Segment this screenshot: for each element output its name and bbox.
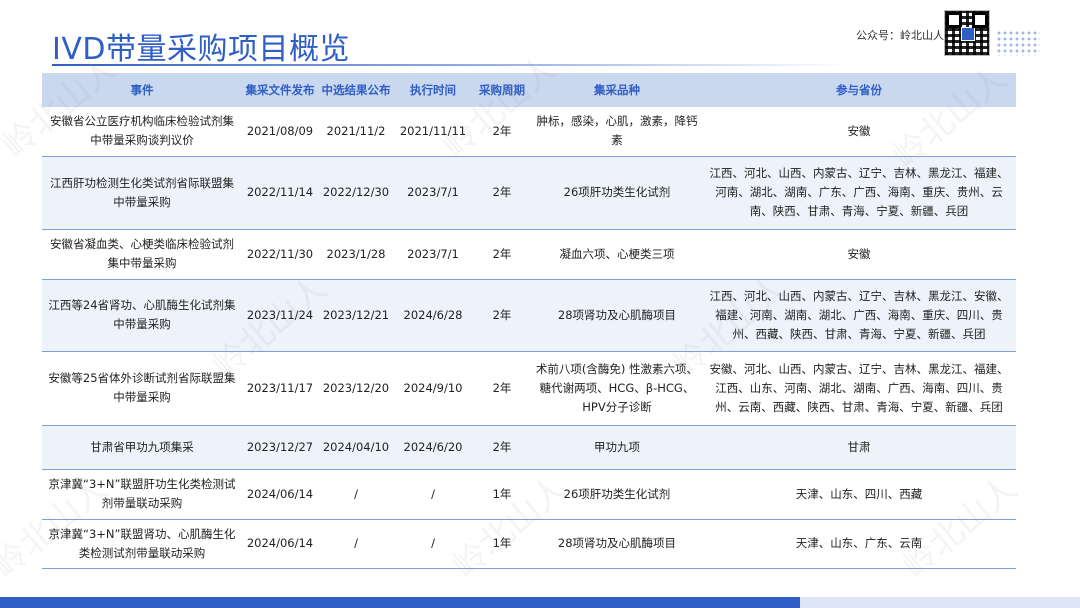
cell-cycle: 2年 (472, 156, 532, 230)
decor-dot-grid (996, 30, 1040, 56)
cell-items: 26项肝功类生化试剂 (532, 469, 702, 520)
cell-event: 甘肃省甲功九项集采 (42, 425, 242, 470)
cell-items: 甲功九项 (532, 425, 702, 470)
procurement-table: 事件 集采文件发布 中选结果公布 执行时间 采购周期 集采品种 参与省份 安徽省… (42, 73, 1016, 569)
table-row: 安徽省公立医疗机构临床检验试剂集中带量采购谈判议价 2021/08/09 202… (42, 107, 1016, 157)
cell-items: 26项肝功类生化试剂 (532, 156, 702, 230)
cell-published: 2021/08/09 (242, 107, 318, 157)
cell-exec: / (394, 469, 472, 520)
header-items: 集采品种 (532, 73, 702, 107)
cell-exec: 2023/7/1 (394, 229, 472, 280)
cell-published: 2024/06/14 (242, 469, 318, 520)
cell-provinces: 江西、河北、山西、内蒙古、辽宁、吉林、黑龙江、安徽、福建、河南、湖南、湖北、广西… (702, 279, 1016, 352)
header-exec: 执行时间 (394, 73, 472, 107)
cell-cycle: 1年 (472, 469, 532, 520)
cell-cycle: 1年 (472, 519, 532, 569)
table-header-row: 事件 集采文件发布 中选结果公布 执行时间 采购周期 集采品种 参与省份 (42, 73, 1016, 107)
cell-result: 2022/12/30 (318, 156, 394, 230)
cell-published: 2024/06/14 (242, 519, 318, 569)
table-row: 江西肝功检测生化类试剂省际联盟集中带量采购 2022/11/14 2022/12… (42, 156, 1016, 230)
cell-items: 肿标，感染，心肌，激素，降钙素 (532, 107, 702, 157)
cell-items: 28项肾功及心肌酶项目 (532, 279, 702, 352)
table-row: 安徽等25省体外诊断试剂省际联盟集中带量采购 2023/11/17 2023/1… (42, 351, 1016, 426)
qr-center-mark (961, 27, 975, 41)
cell-items: 28项肾功及心肌酶项目 (532, 519, 702, 569)
cell-items: 凝血六项、心梗类三项 (532, 229, 702, 280)
footer-bar-light (800, 597, 1080, 608)
header-published: 集采文件发布 (242, 73, 318, 107)
cell-exec: 2024/9/10 (394, 351, 472, 426)
cell-provinces: 安徽 (702, 229, 1016, 280)
cell-event: 江西肝功检测生化类试剂省际联盟集中带量采购 (42, 156, 242, 230)
cell-result: / (318, 469, 394, 520)
table-row: 江西等24省肾功、心肌酶生化试剂集中带量采购 2023/11/24 2023/1… (42, 279, 1016, 352)
header-event: 事件 (42, 73, 242, 107)
cell-cycle: 2年 (472, 229, 532, 280)
cell-items: 术前八项(含酶免) 性激素六项、糖代谢两项、HCG、β-HCG、HPV分子诊断 (532, 351, 702, 426)
footer-bar (0, 597, 800, 608)
cell-exec: 2024/6/20 (394, 425, 472, 470)
cell-cycle: 2年 (472, 351, 532, 426)
header-provinces: 参与省份 (702, 73, 1016, 107)
cell-published: 2022/11/30 (242, 229, 318, 280)
cell-cycle: 2年 (472, 425, 532, 470)
cell-exec: 2021/11/11 (394, 107, 472, 157)
cell-event: 京津冀“3+N”联盟肾功、心肌酶生化类检测试剂带量联动采购 (42, 519, 242, 569)
cell-exec: 2024/6/28 (394, 279, 472, 352)
cell-result: 2023/12/20 (318, 351, 394, 426)
cell-exec: / (394, 519, 472, 569)
cell-result: 2021/11/2 (318, 107, 394, 157)
cell-result: 2023/1/28 (318, 229, 394, 280)
cell-provinces: 江西、河北、山西、内蒙古、辽宁、吉林、黑龙江、福建、河南、湖北、湖南、广东、广西… (702, 156, 1016, 230)
qr-code-icon (944, 10, 990, 56)
table-row: 甘肃省甲功九项集采 2023/12/27 2024/04/10 2024/6/2… (42, 425, 1016, 470)
table-row: 安徽省凝血类、心梗类临床检验试剂集中带量采购 2022/11/30 2023/1… (42, 229, 1016, 280)
cell-event: 安徽等25省体外诊断试剂省际联盟集中带量采购 (42, 351, 242, 426)
title-underline (52, 64, 852, 66)
cell-provinces: 安徽 (702, 107, 1016, 157)
cell-provinces: 天津、山东、广东、云南 (702, 519, 1016, 569)
header-result: 中选结果公布 (318, 73, 394, 107)
cell-exec: 2023/7/1 (394, 156, 472, 230)
account-label: 公众号：岭北山人 (856, 29, 944, 42)
cell-provinces: 安徽、河北、山西、内蒙古、辽宁、吉林、黑龙江、福建、江西、山东、河南、湖北、湖南… (702, 351, 1016, 426)
cell-event: 安徽省公立医疗机构临床检验试剂集中带量采购谈判议价 (42, 107, 242, 157)
cell-published: 2023/11/17 (242, 351, 318, 426)
table-row: 京津冀“3+N”联盟肾功、心肌酶生化类检测试剂带量联动采购 2024/06/14… (42, 519, 1016, 569)
cell-cycle: 2年 (472, 279, 532, 352)
cell-published: 2022/11/14 (242, 156, 318, 230)
cell-event: 江西等24省肾功、心肌酶生化试剂集中带量采购 (42, 279, 242, 352)
cell-published: 2023/11/24 (242, 279, 318, 352)
cell-published: 2023/12/27 (242, 425, 318, 470)
page-title: IVD带量采购项目概览 (52, 32, 350, 67)
cell-event: 京津冀“3+N”联盟肝功生化类检测试剂带量联动采购 (42, 469, 242, 520)
cell-result: / (318, 519, 394, 569)
cell-result: 2023/12/21 (318, 279, 394, 352)
cell-provinces: 甘肃 (702, 425, 1016, 470)
cell-provinces: 天津、山东、四川、西藏 (702, 469, 1016, 520)
header-cycle: 采购周期 (472, 73, 532, 107)
cell-event: 安徽省凝血类、心梗类临床检验试剂集中带量采购 (42, 229, 242, 280)
table-row: 京津冀“3+N”联盟肝功生化类检测试剂带量联动采购 2024/06/14 / /… (42, 469, 1016, 520)
cell-cycle: 2年 (472, 107, 532, 157)
cell-result: 2024/04/10 (318, 425, 394, 470)
